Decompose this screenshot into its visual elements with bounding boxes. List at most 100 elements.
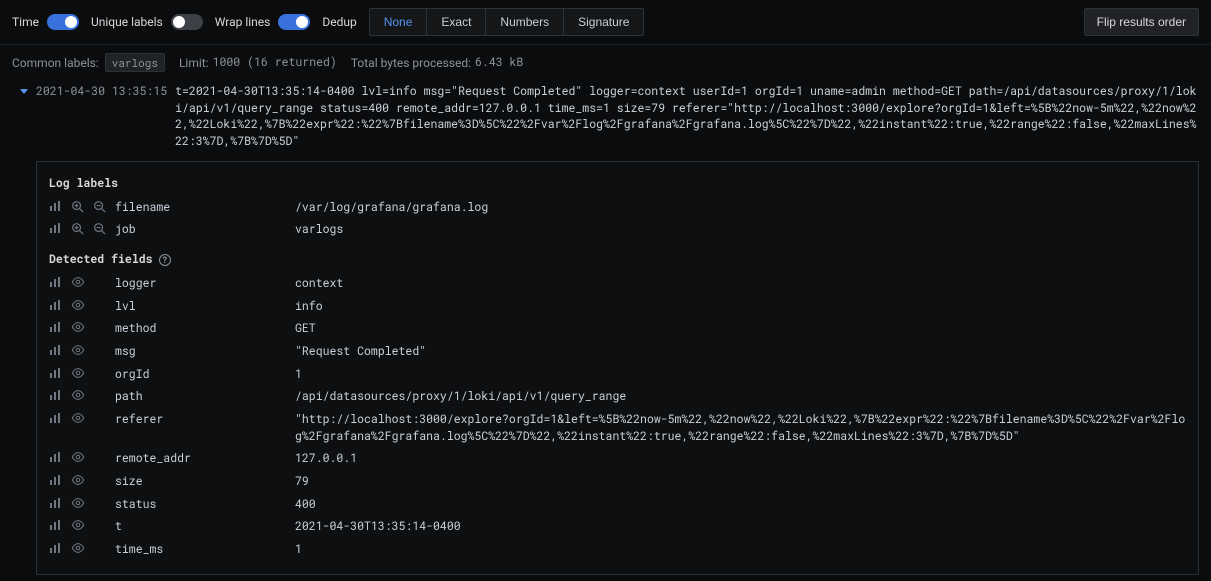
label-value: /var/log/grafana/grafana.log: [295, 200, 1186, 217]
unique-labels-toggle-group: Unique labels: [91, 14, 203, 30]
filter-for-icon[interactable]: [71, 200, 93, 213]
info-icon[interactable]: ?: [159, 254, 171, 266]
stats-icon[interactable]: [49, 474, 71, 486]
eye-icon[interactable]: [71, 412, 93, 424]
detected-fields-heading-text: Detected fields: [49, 252, 153, 267]
field-key: referer: [115, 412, 295, 427]
log-labels-heading-text: Log labels: [49, 176, 118, 191]
field-key: lvl: [115, 299, 295, 314]
toolbar: Time Unique labels Wrap lines Dedup None…: [0, 0, 1211, 45]
eye-icon[interactable]: [71, 497, 93, 509]
field-row: lvlinfo: [49, 296, 1186, 319]
stats-icon[interactable]: [49, 451, 71, 463]
stats-icon[interactable]: [49, 367, 71, 379]
eye-icon[interactable]: [71, 321, 93, 333]
wrap-lines-toggle-group: Wrap lines: [215, 14, 311, 30]
field-value: "Request Completed": [295, 344, 1186, 361]
field-key: method: [115, 321, 295, 336]
bytes-value: 6.43 kB: [475, 55, 523, 70]
dedup-numbers-button[interactable]: Numbers: [486, 9, 564, 35]
field-key: size: [115, 474, 295, 489]
eye-icon[interactable]: [71, 299, 93, 311]
time-toggle[interactable]: [47, 14, 79, 30]
dedup-button-group: None Exact Numbers Signature: [369, 8, 645, 36]
stats-icon[interactable]: [49, 519, 71, 531]
label-key: job: [115, 222, 295, 237]
expand-caret-icon[interactable]: [20, 89, 28, 94]
log-details-panel: Log labels filename/var/log/grafana/graf…: [36, 161, 1199, 575]
dedup-signature-button[interactable]: Signature: [564, 9, 643, 35]
stats-icon[interactable]: [49, 497, 71, 509]
common-labels-tag: varlogs: [105, 53, 165, 72]
wrap-lines-toggle[interactable]: [278, 14, 310, 30]
eye-icon[interactable]: [71, 542, 93, 554]
eye-icon[interactable]: [71, 519, 93, 531]
eye-icon[interactable]: [71, 276, 93, 288]
label-row: filename/var/log/grafana/grafana.log: [49, 197, 1186, 220]
field-key: orgId: [115, 367, 295, 382]
field-row: referer"http://localhost:3000/explore?or…: [49, 409, 1186, 448]
field-row: size79: [49, 471, 1186, 494]
field-row: status400: [49, 494, 1186, 517]
field-key: msg: [115, 344, 295, 359]
stats-icon[interactable]: [49, 299, 71, 311]
eye-icon[interactable]: [71, 451, 93, 463]
field-value: 400: [295, 497, 1186, 514]
stats-icon[interactable]: [49, 276, 71, 288]
field-row: orgId1: [49, 364, 1186, 387]
time-label: Time: [12, 15, 39, 29]
field-key: status: [115, 497, 295, 512]
eye-icon[interactable]: [71, 474, 93, 486]
field-key: t: [115, 519, 295, 534]
field-key: remote_addr: [115, 451, 295, 466]
field-row: methodGET: [49, 318, 1186, 341]
unique-labels-toggle[interactable]: [171, 14, 203, 30]
field-value: 127.0.0.1: [295, 451, 1186, 468]
filter-out-icon[interactable]: [93, 222, 115, 235]
stats-icon[interactable]: [49, 389, 71, 401]
dedup-none-button[interactable]: None: [370, 9, 428, 35]
field-value: "http://localhost:3000/explore?orgId=1&l…: [295, 412, 1186, 445]
eye-icon[interactable]: [71, 344, 93, 356]
label-row: jobvarlogs: [49, 219, 1186, 242]
limit-label: Limit:: [179, 56, 209, 70]
eye-icon[interactable]: [71, 389, 93, 401]
time-toggle-group: Time: [12, 14, 79, 30]
eye-icon[interactable]: [71, 367, 93, 379]
log-row[interactable]: 2021-04-30 13:35:15 t=2021-04-30T13:35:1…: [0, 80, 1211, 155]
field-row: path/api/datasources/proxy/1/loki/api/v1…: [49, 386, 1186, 409]
stats-icon[interactable]: [49, 222, 71, 234]
field-row: time_ms1: [49, 539, 1186, 562]
field-row: msg"Request Completed": [49, 341, 1186, 364]
log-message: t=2021-04-30T13:35:14-0400 lvl=info msg=…: [175, 84, 1199, 151]
stats-icon[interactable]: [49, 321, 71, 333]
stats-icon[interactable]: [49, 412, 71, 424]
field-value: context: [295, 276, 1186, 293]
meta-row: Common labels: varlogs Limit: 1000 (16 r…: [0, 45, 1211, 80]
stats-icon[interactable]: [49, 542, 71, 554]
log-labels-heading: Log labels: [49, 176, 1186, 191]
field-value: 1: [295, 542, 1186, 559]
unique-labels-label: Unique labels: [91, 15, 163, 29]
field-key: path: [115, 389, 295, 404]
stats-icon[interactable]: [49, 344, 71, 356]
label-key: filename: [115, 200, 295, 215]
field-value: 2021-04-30T13:35:14-0400: [295, 519, 1186, 536]
limit-value: 1000 (16 returned): [213, 55, 337, 70]
field-key: logger: [115, 276, 295, 291]
dedup-exact-button[interactable]: Exact: [427, 9, 486, 35]
dedup-group-wrapper: Dedup None Exact Numbers Signature: [322, 8, 644, 36]
common-labels-label: Common labels:: [12, 56, 99, 70]
filter-out-icon[interactable]: [93, 200, 115, 213]
label-value: varlogs: [295, 222, 1186, 239]
field-row: loggercontext: [49, 273, 1186, 296]
field-value: GET: [295, 321, 1186, 338]
field-row: t2021-04-30T13:35:14-0400: [49, 516, 1186, 539]
log-timestamp: 2021-04-30 13:35:15: [36, 84, 167, 99]
field-value: /api/datasources/proxy/1/loki/api/v1/que…: [295, 389, 1186, 406]
filter-for-icon[interactable]: [71, 222, 93, 235]
field-value: info: [295, 299, 1186, 316]
dedup-label: Dedup: [322, 15, 356, 29]
flip-results-button[interactable]: Flip results order: [1084, 8, 1199, 36]
stats-icon[interactable]: [49, 200, 71, 212]
